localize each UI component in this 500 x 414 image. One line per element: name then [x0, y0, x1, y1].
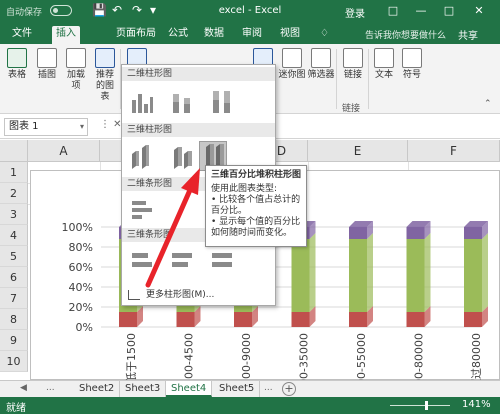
sheet-tab[interactable]: Sheet2 [74, 381, 121, 397]
annotation-arrow [145, 168, 200, 288]
zoom-slider-handle[interactable] [425, 401, 428, 410]
excel-window: 自动保存 💾 ↶ ↷ ▾ excel - Excel 登录 □ — □ ✕ 文件… [0, 0, 500, 414]
zoom-slider[interactable] [390, 405, 450, 406]
more-sheets-icon[interactable]: ... [46, 383, 55, 393]
sheet-tab[interactable]: Sheet3 [120, 381, 167, 397]
status-ready: 就绪 [6, 403, 26, 414]
zoom-level[interactable]: 141% [462, 399, 491, 410]
more-sheets-icon[interactable]: ... [264, 383, 273, 393]
status-bar: 就绪 141% [0, 397, 500, 414]
sheet-tab[interactable]: Sheet5 [214, 381, 261, 397]
sheet-nav-left-icon[interactable]: ◀ [20, 383, 27, 393]
sheet-tab-active[interactable]: Sheet4 [166, 381, 213, 397]
add-sheet-icon[interactable]: + [282, 382, 296, 396]
sheet-tab-bar: ◀ ... Sheet2 Sheet3 Sheet4 Sheet5 ... + [0, 380, 500, 397]
